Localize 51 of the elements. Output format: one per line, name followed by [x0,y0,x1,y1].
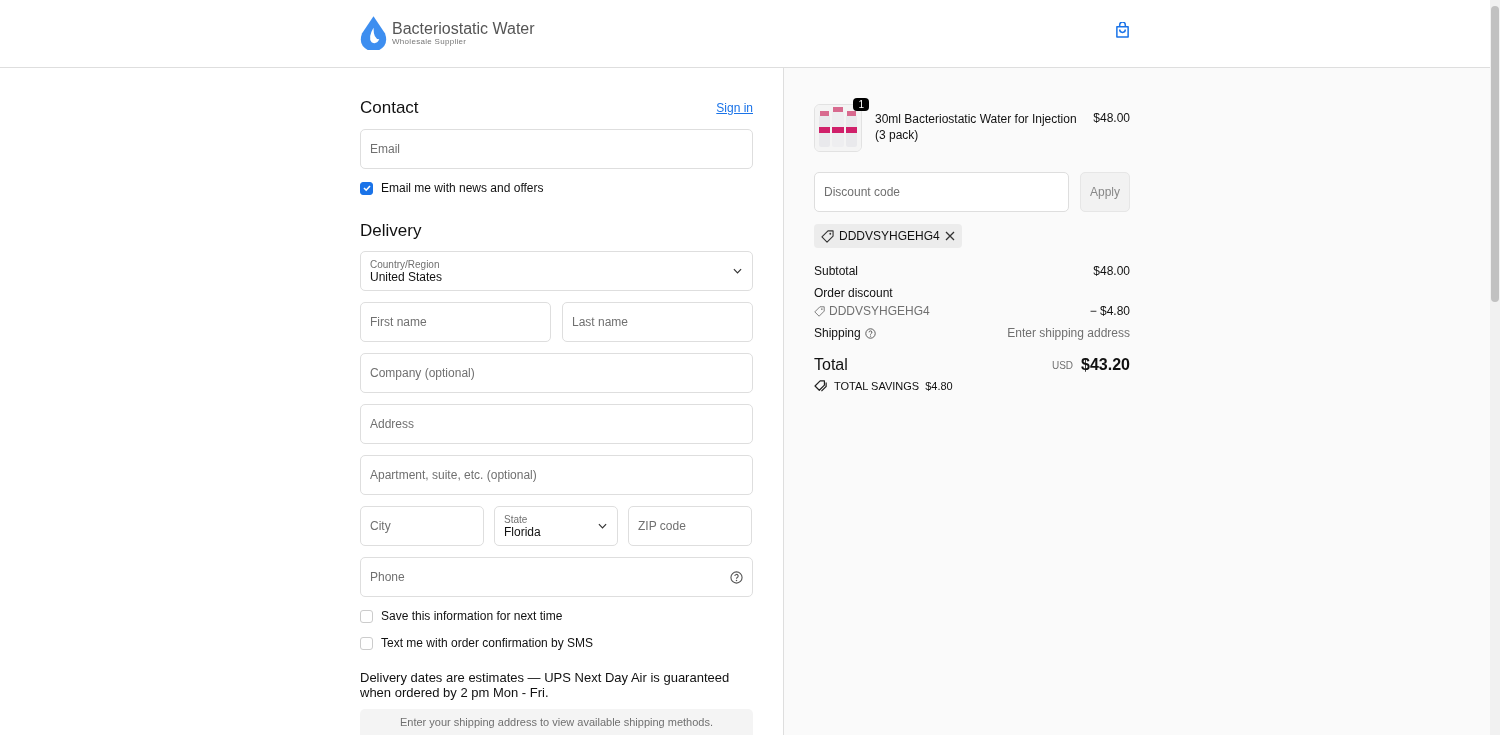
shopping-bag-icon[interactable] [1115,22,1130,39]
currency-code: USD [1051,359,1074,371]
total-label: Total [814,356,848,374]
email-field[interactable]: Email [360,129,753,169]
address-field[interactable]: Address [360,404,753,444]
product-name: 30ml Bacteriostatic Water for Injection (3 pack) [875,111,1078,143]
subtotal-value: $48.00 [1093,264,1130,278]
checkbox[interactable] [360,636,373,650]
total-value: $43.20 [1081,356,1130,374]
brand-name: Bacteriostatic Water [392,21,535,37]
section-title: Contact [360,98,419,118]
phone-field[interactable]: Phone [360,557,753,597]
delivery-note: Delivery dates are estimates — UPS Next Day Air is guaranteed when ordered by 2 pm Mon - Fri. [360,670,731,700]
discount-amount: − $4.80 [1089,304,1130,318]
tags-icon [814,380,828,392]
tag-icon [814,305,825,317]
shipping-label: Shipping [814,326,861,340]
chevron-down-icon [598,523,607,529]
checkbox-label: Save this information for next time [381,609,563,623]
brand-tagline: Wholesale Supplier [392,37,468,46]
quantity-badge: 1 [853,98,869,111]
close-icon[interactable] [944,231,955,241]
product-price: $48.00 [1093,111,1130,125]
help-icon[interactable] [864,327,876,339]
tag-icon [821,229,834,243]
company-field[interactable]: Company (optional) [360,353,753,393]
sign-in-link[interactable]: Sign in [716,101,753,115]
shipping-notice: Enter your shipping address to view available shipping methods. [399,716,714,730]
first-name-field[interactable]: First name [360,302,551,342]
last-name-field[interactable]: Last name [562,302,753,342]
checkbox-label: Text me with order confirmation by SMS [381,636,594,650]
checkbox[interactable] [360,609,373,623]
order-discount-label: Order discount [814,286,893,300]
help-icon[interactable] [730,571,743,584]
subtotal-label: Subtotal [814,264,859,278]
country-select[interactable]: Country/Region United States [360,251,753,291]
discount-code: DDDVSYHGEHG4 [829,304,930,318]
shipping-value: Enter shipping address [1007,326,1130,340]
section-title: Delivery [360,221,423,241]
apartment-field[interactable]: Apartment, suite, etc. (optional) [360,455,753,495]
total-savings-value: $4.80 [925,380,953,392]
discount-code: DDDVSYHGEHG4 [839,229,940,243]
city-field[interactable]: City [360,506,484,546]
checkbox[interactable] [360,181,373,195]
checkbox-label: Email me with news and offers [381,181,544,195]
water-drop-logo-icon [360,16,387,51]
state-select[interactable]: State Florida [494,506,618,546]
chevron-down-icon [733,268,742,274]
zip-code-field[interactable]: ZIP code [628,506,752,546]
discount-code-field[interactable]: Discount code [814,172,1069,212]
total-savings-label: TOTAL SAVINGS [834,380,920,392]
